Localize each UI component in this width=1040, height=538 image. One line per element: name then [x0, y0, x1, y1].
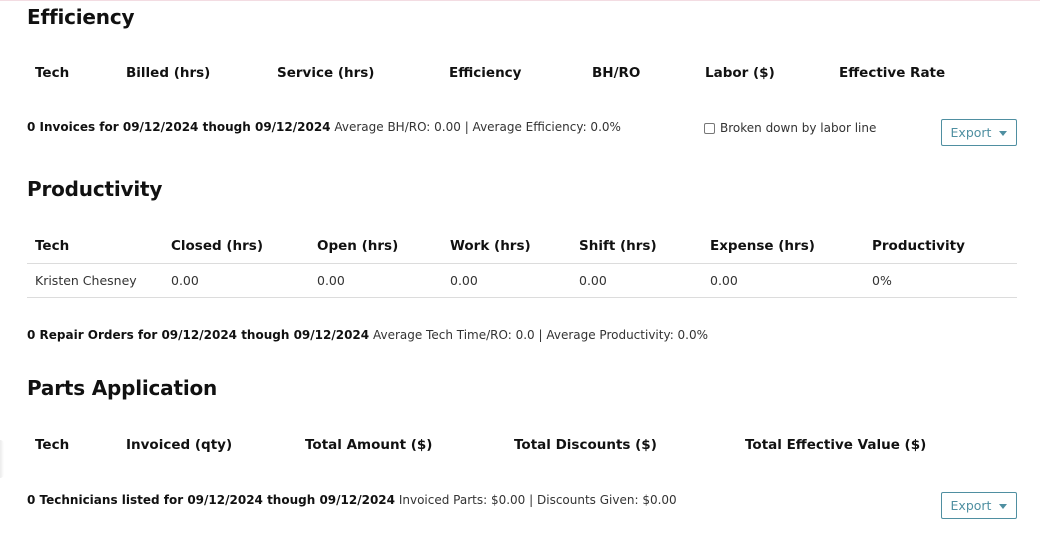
col-bh-ro[interactable]: BH/RO [592, 65, 640, 81]
col-shift-hrs[interactable]: Shift (hrs) [579, 238, 657, 254]
efficiency-summary-averages: Average BH/RO: 0.00 | Average Efficiency… [330, 120, 621, 134]
efficiency-summary-count: 0 Invoices for 09/12/2024 though 09/12/2… [27, 120, 331, 134]
productivity-summary-count: 0 Repair Orders for 09/12/2024 though 09… [27, 328, 370, 342]
col-tech[interactable]: Tech [35, 437, 69, 453]
col-open-hrs[interactable]: Open (hrs) [317, 238, 398, 254]
header-divider [27, 263, 1017, 264]
export-label: Export [950, 125, 992, 140]
col-tech[interactable]: Tech [35, 65, 69, 81]
col-tech[interactable]: Tech [35, 238, 69, 254]
top-border [0, 0, 1040, 1]
col-work-hrs[interactable]: Work (hrs) [450, 238, 531, 254]
col-billed-hrs[interactable]: Billed (hrs) [126, 65, 210, 81]
parts-summary-totals: Invoiced Parts: $0.00 | Discounts Given:… [395, 493, 677, 507]
col-invoiced-qty[interactable]: Invoiced (qty) [126, 437, 232, 453]
productivity-title: Productivity [27, 177, 163, 201]
parts-export-button[interactable]: Export [941, 492, 1017, 519]
parts-application-title: Parts Application [27, 376, 218, 400]
row-divider [27, 297, 1017, 298]
caret-down-icon [999, 503, 1008, 509]
cell-expense-hrs: 0.00 [710, 273, 738, 288]
productivity-summary: 0 Repair Orders for 09/12/2024 though 09… [27, 328, 708, 342]
cell-shift-hrs: 0.00 [579, 273, 607, 288]
col-productivity[interactable]: Productivity [872, 238, 965, 254]
cell-work-hrs: 0.00 [450, 273, 478, 288]
parts-summary: 0 Technicians listed for 09/12/2024 thou… [27, 493, 677, 507]
col-effective-rate[interactable]: Effective Rate [839, 65, 945, 81]
parts-summary-count: 0 Technicians listed for 09/12/2024 thou… [27, 493, 396, 507]
col-labor[interactable]: Labor ($) [705, 65, 775, 81]
efficiency-title: Efficiency [27, 5, 135, 29]
efficiency-export-button[interactable]: Export [941, 119, 1017, 146]
col-closed-hrs[interactable]: Closed (hrs) [171, 238, 263, 254]
col-total-effective-value[interactable]: Total Effective Value ($) [745, 437, 926, 453]
checkbox-box[interactable] [704, 122, 715, 134]
cell-open-hrs: 0.00 [317, 273, 345, 288]
cell-productivity: 0% [872, 273, 892, 288]
cell-tech-name: Kristen Chesney [35, 273, 137, 288]
col-service-hrs[interactable]: Service (hrs) [277, 65, 374, 81]
cell-closed-hrs: 0.00 [171, 273, 199, 288]
export-label: Export [950, 498, 992, 513]
labor-line-checkbox[interactable]: Broken down by labor line [704, 121, 876, 135]
caret-down-icon [999, 130, 1008, 136]
col-total-amount[interactable]: Total Amount ($) [305, 437, 432, 453]
col-efficiency[interactable]: Efficiency [449, 65, 521, 81]
efficiency-summary: 0 Invoices for 09/12/2024 though 09/12/2… [27, 120, 621, 134]
checkbox-label: Broken down by labor line [720, 121, 877, 135]
col-expense-hrs[interactable]: Expense (hrs) [710, 238, 815, 254]
side-panel-edge [0, 440, 4, 478]
productivity-summary-averages: Average Tech Time/RO: 0.0 | Average Prod… [369, 328, 709, 342]
col-total-discounts[interactable]: Total Discounts ($) [514, 437, 657, 453]
